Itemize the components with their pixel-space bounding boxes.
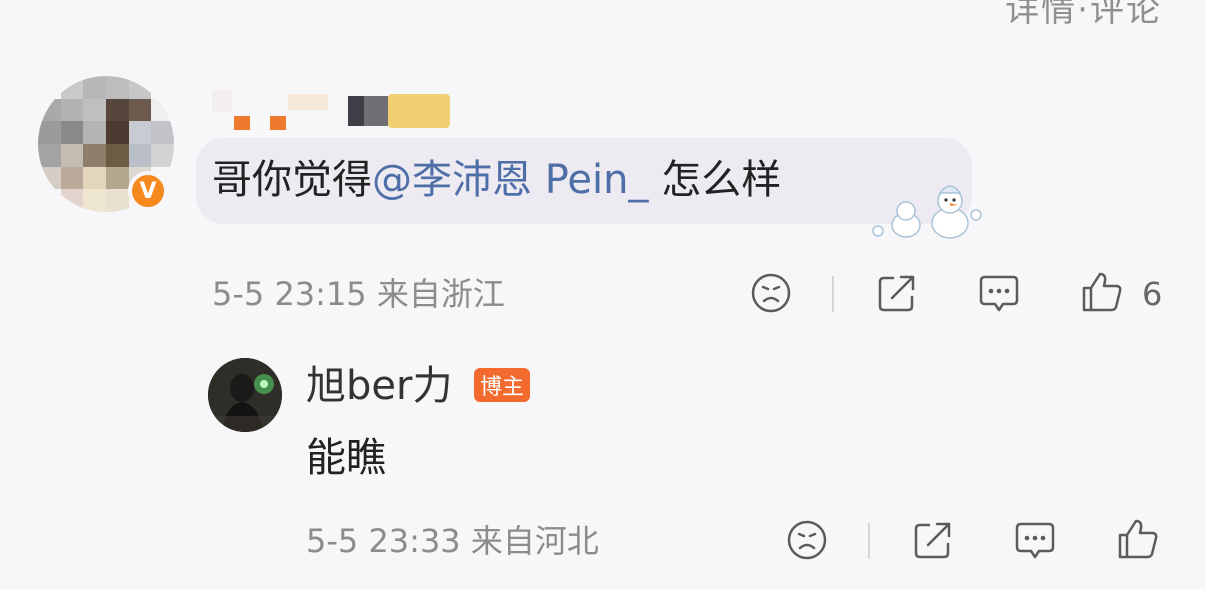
reply-dislike-icon[interactable] bbox=[786, 519, 828, 561]
reply-share-icon[interactable] bbox=[912, 519, 954, 561]
dislike-icon[interactable] bbox=[750, 272, 792, 314]
comment-meta: 5-5 23:15 来自浙江 bbox=[212, 275, 505, 313]
comment-text: 哥你觉得@李沛恩 Pein_ 怎么样 bbox=[212, 154, 781, 206]
reply-comment-icon[interactable] bbox=[1013, 519, 1057, 563]
reply-text: 能瞧 bbox=[306, 435, 386, 481]
verified-badge-icon: V bbox=[128, 171, 168, 211]
like-count: 6 bbox=[1142, 275, 1163, 313]
reply-action-divider bbox=[868, 523, 870, 559]
reply-like-icon[interactable] bbox=[1116, 517, 1160, 561]
comment-text-before: 哥你觉得 bbox=[212, 157, 372, 203]
replier-avatar[interactable] bbox=[208, 358, 282, 432]
like-icon[interactable] bbox=[1080, 270, 1124, 314]
replier-name[interactable]: 旭ber力 bbox=[306, 360, 452, 412]
snowman-decoration-icon bbox=[872, 185, 982, 239]
commenter-name-blurred[interactable] bbox=[212, 86, 467, 132]
top-cutoff-text: 详情·评论 bbox=[1005, 0, 1162, 30]
host-badge: 博主 bbox=[474, 368, 530, 402]
mention-link[interactable]: @李沛恩 Pein_ bbox=[372, 157, 648, 203]
reply-meta: 5-5 23:33 来自河北 bbox=[306, 522, 599, 560]
comment-icon[interactable] bbox=[977, 272, 1021, 316]
comment-text-after: 怎么样 bbox=[648, 157, 782, 203]
share-icon[interactable] bbox=[876, 272, 918, 314]
action-divider bbox=[832, 276, 834, 312]
